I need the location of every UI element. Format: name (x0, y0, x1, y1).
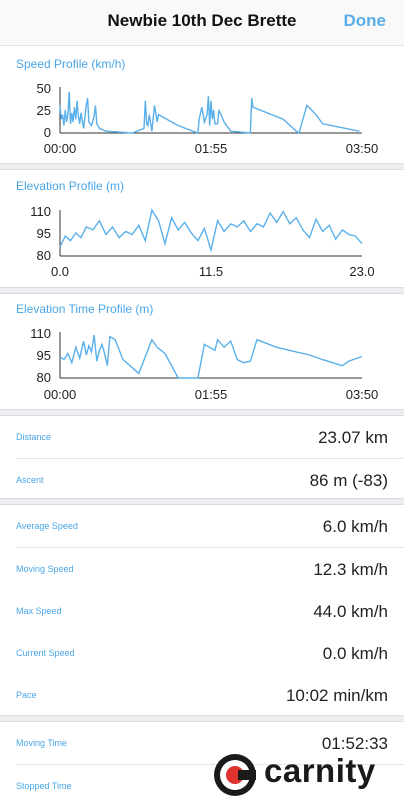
stat-value: 10:02 min/km (285, 686, 388, 705)
elevation-profile-card: Elevation Profile (m) 110 95 80 0.0 11.5… (0, 170, 404, 287)
elevation-time-profile-card: Elevation Time Profile (m) 110 95 80 00:… (0, 294, 404, 409)
section-separator (0, 163, 404, 170)
stat-row-distance: Distance 23.07 km (0, 416, 404, 459)
stat-value: 86 m (-83) (309, 471, 388, 490)
stat-row-average-speed: Average Speed 6.0 km/h (0, 505, 404, 548)
x-tick-label: 03:50 (346, 141, 379, 156)
y-tick-label: 50 (37, 81, 51, 96)
y-tick-label: 0 (44, 125, 51, 140)
speed-chart: 50 25 0 00:00 01:55 03:50 (37, 81, 379, 156)
watermark-text: carnity (264, 752, 376, 789)
stat-row-moving-speed: Moving Speed 12.3 km/h (0, 548, 404, 591)
stat-label: Max Speed (16, 606, 62, 616)
stat-label: Moving Speed (16, 564, 74, 574)
stat-row-ascent: Ascent 86 m (-83) (0, 459, 404, 502)
y-tick-label: 95 (37, 226, 51, 241)
section-separator (0, 498, 404, 505)
stat-value: 0.0 km/h (322, 644, 388, 663)
section-separator (0, 287, 404, 294)
y-tick-label: 80 (37, 248, 51, 263)
navigation-bar: Newbie 10th Dec Brette Done (0, 0, 404, 46)
x-tick-label: 01:55 (195, 387, 228, 402)
speed-profile-card: Speed Profile (km/h) 50 25 0 00:00 01:55… (0, 47, 404, 163)
stat-value: 12.3 km/h (313, 560, 388, 579)
stat-row-pace: Pace 10:02 min/km (0, 674, 404, 717)
x-tick-label: 00:00 (44, 387, 77, 402)
stat-label: Distance (16, 432, 52, 442)
x-tick-label: 00:00 (44, 141, 77, 156)
x-tick-label: 23.0 (349, 264, 374, 279)
section-separator (0, 409, 404, 416)
stat-label: Stopped Time (16, 781, 72, 791)
y-tick-label: 110 (30, 204, 51, 219)
x-tick-label: 11.5 (199, 264, 223, 279)
stat-value: 6.0 km/h (322, 517, 388, 536)
stat-value: 44.0 km/h (313, 602, 388, 621)
done-button[interactable]: Done (344, 11, 387, 31)
elevation-series-line (59, 208, 363, 253)
y-tick-label: 110 (30, 326, 51, 341)
x-tick-label: 01:55 (195, 141, 228, 156)
stat-label: Ascent (16, 475, 44, 485)
elevation-time-chart: 110 95 80 00:00 01:55 03:50 (30, 326, 379, 402)
elevation-chart: 110 95 80 0.0 11.5 23.0 (30, 204, 374, 279)
y-tick-label: 80 (37, 370, 51, 385)
stat-row-current-speed: Current Speed 0.0 km/h (0, 632, 404, 675)
carnity-logo-icon (214, 754, 256, 796)
stat-label: Pace (16, 690, 37, 700)
speed-series-line (59, 91, 360, 135)
stat-label: Average Speed (16, 521, 78, 531)
stat-value: 23.07 km (318, 428, 388, 447)
stat-label: Moving Time (16, 738, 68, 748)
section-separator (0, 715, 404, 722)
carnity-watermark: carnity (210, 750, 400, 800)
x-tick-label: 0.0 (51, 264, 69, 279)
y-tick-label: 95 (37, 348, 51, 363)
x-tick-label: 03:50 (346, 387, 379, 402)
y-tick-label: 25 (37, 103, 51, 118)
stat-row-max-speed: Max Speed 44.0 km/h (0, 590, 404, 633)
elevation-time-series-line (59, 334, 363, 379)
stat-label: Current Speed (16, 648, 75, 658)
